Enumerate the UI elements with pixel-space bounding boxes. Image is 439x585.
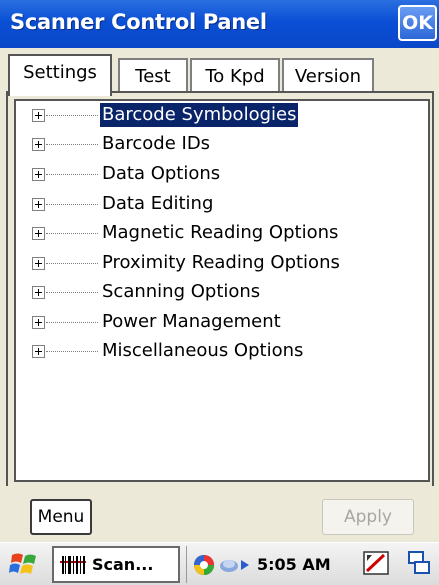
plus-box-icon[interactable] xyxy=(32,198,45,211)
plus-box-icon[interactable] xyxy=(32,286,45,299)
tree-item[interactable]: Data Editing xyxy=(16,190,428,218)
tree-item-label[interactable]: Magnetic Reading Options xyxy=(100,221,340,245)
tree-item-label[interactable]: Barcode IDs xyxy=(100,132,212,156)
tree-connector xyxy=(46,322,98,323)
tree-item-label[interactable]: Power Management xyxy=(100,310,283,334)
tree-connector xyxy=(46,233,98,234)
plus-box-icon[interactable] xyxy=(32,138,45,151)
plus-box-icon[interactable] xyxy=(32,345,45,358)
tree-connector xyxy=(46,263,98,264)
taskbar: Scan... 5:05 AM xyxy=(0,542,439,585)
tree-connector xyxy=(46,174,98,175)
task-scan-label: Scan... xyxy=(92,555,154,574)
tree-item[interactable]: Power Management xyxy=(16,308,428,336)
tree-connector xyxy=(46,144,98,145)
plus-box-icon[interactable] xyxy=(32,109,45,122)
ok-button[interactable]: OK xyxy=(398,5,437,41)
window-title: Scanner Control Panel xyxy=(10,10,267,34)
sync-icon[interactable] xyxy=(362,549,392,583)
tab-version[interactable]: Version xyxy=(282,58,374,92)
plus-box-icon[interactable] xyxy=(32,257,45,270)
windows-flag-icon[interactable] xyxy=(4,547,44,581)
task-scan-button[interactable]: Scan... xyxy=(52,546,180,583)
tab-settings[interactable]: Settings xyxy=(8,54,112,96)
settings-tree[interactable]: Barcode Symbologies Barcode IDs Data Opt… xyxy=(14,99,430,482)
screen-icon[interactable] xyxy=(406,549,432,583)
tab-test[interactable]: Test xyxy=(118,58,188,92)
menu-button[interactable]: Menu xyxy=(30,499,92,535)
tree-item[interactable]: Barcode Symbologies xyxy=(16,101,428,129)
tree-item[interactable]: Barcode IDs xyxy=(16,130,428,158)
tree-item[interactable]: Miscellaneous Options xyxy=(16,337,428,365)
tree-item-label[interactable]: Barcode Symbologies xyxy=(100,103,299,127)
tree-item-label[interactable]: Data Editing xyxy=(100,192,215,216)
plus-box-icon[interactable] xyxy=(32,316,45,329)
plus-box-icon[interactable] xyxy=(32,227,45,240)
tree-connector xyxy=(46,292,98,293)
tree-item-label[interactable]: Scanning Options xyxy=(100,280,262,304)
apply-button[interactable]: Apply xyxy=(322,499,414,535)
title-bar: Scanner Control Panel OK xyxy=(0,0,439,48)
clock[interactable]: 5:05 AM xyxy=(257,555,331,574)
tree-item-label[interactable]: Miscellaneous Options xyxy=(100,339,305,363)
network-arrow-icon[interactable] xyxy=(219,554,253,576)
plus-box-icon[interactable] xyxy=(32,168,45,181)
tree-item[interactable]: Proximity Reading Options xyxy=(16,249,428,277)
tab-to-kpd[interactable]: To Kpd xyxy=(190,58,280,92)
tree-item-label[interactable]: Data Options xyxy=(100,162,222,186)
tree-item-label[interactable]: Proximity Reading Options xyxy=(100,251,342,275)
settings-panel: Barcode Symbologies Barcode IDs Data Opt… xyxy=(6,93,434,486)
tree-item[interactable]: Scanning Options xyxy=(16,278,428,306)
tree-connector xyxy=(46,351,98,352)
barcode-icon xyxy=(60,555,86,574)
tree-item[interactable]: Data Options xyxy=(16,160,428,188)
tree-connector xyxy=(46,204,98,205)
color-disc-icon[interactable] xyxy=(193,554,215,576)
tree-item[interactable]: Magnetic Reading Options xyxy=(16,219,428,247)
tree-connector xyxy=(46,115,98,116)
